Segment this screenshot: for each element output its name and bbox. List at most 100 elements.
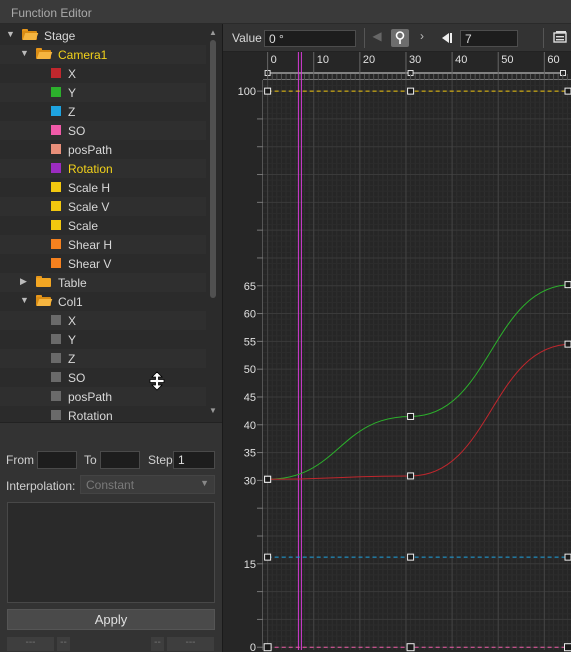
y-tick-label: 50 bbox=[244, 364, 256, 376]
color-swatch bbox=[51, 144, 61, 154]
tree-item-z[interactable]: Z bbox=[0, 102, 206, 121]
tree-item-camera1[interactable]: ▼ Camera1 bbox=[0, 45, 206, 64]
keyframe-marker bbox=[407, 553, 415, 561]
scroll-down-icon[interactable]: ▼ bbox=[209, 406, 217, 415]
expand-arrow-icon[interactable]: ▶ bbox=[20, 276, 27, 287]
tree-scrollbar[interactable]: ▲ ▼ bbox=[206, 26, 220, 418]
frame-field[interactable]: 7 bbox=[460, 30, 518, 47]
tree-item-z[interactable]: Z bbox=[0, 349, 206, 368]
collapse-arrow-icon[interactable]: ▼ bbox=[20, 48, 29, 58]
tree-item-label: Y bbox=[68, 86, 77, 100]
range-panel: From To Step 1 Interpolation: Constant ▼… bbox=[0, 422, 222, 652]
tree-item-so[interactable]: SO bbox=[0, 368, 206, 387]
color-swatch bbox=[51, 182, 61, 192]
dropdown-arrow-icon: ▼ bbox=[200, 478, 209, 488]
tree-item-y[interactable]: Y bbox=[0, 83, 206, 102]
y-tick-label: 65 bbox=[244, 281, 256, 293]
y-tick-label: 0 bbox=[250, 642, 256, 652]
toolbar-separator bbox=[364, 28, 365, 48]
keyframe-marker bbox=[264, 475, 272, 483]
tree-item-label: Y bbox=[68, 333, 77, 347]
y-tick-label: 30 bbox=[244, 475, 256, 487]
collapse-arrow-icon[interactable]: ▼ bbox=[20, 295, 29, 305]
keyframe-marker bbox=[263, 643, 272, 652]
from-label: From bbox=[6, 453, 34, 467]
keyframe-marker bbox=[407, 87, 415, 95]
tree-item-stage[interactable]: ▼ Stage bbox=[0, 26, 206, 45]
tree-item-scale[interactable]: Scale bbox=[0, 216, 206, 235]
prev-key-icon[interactable]: ◀ bbox=[370, 29, 384, 47]
tree-item-scale-v[interactable]: Scale V bbox=[0, 197, 206, 216]
color-swatch bbox=[51, 201, 61, 211]
apply-button[interactable]: Apply bbox=[7, 609, 215, 630]
keyframe-marker bbox=[406, 643, 415, 652]
tree-item-shear-v[interactable]: Shear V bbox=[0, 254, 206, 273]
tree-item-shear-h[interactable]: Shear H bbox=[0, 235, 206, 254]
color-swatch bbox=[51, 353, 61, 363]
mini-button-3[interactable]: -- bbox=[151, 637, 164, 651]
color-swatch bbox=[51, 87, 61, 97]
color-swatch bbox=[51, 391, 61, 401]
tree-item-x[interactable]: X bbox=[0, 64, 206, 83]
tree-item-label: SO bbox=[68, 371, 86, 385]
to-label: To bbox=[84, 453, 97, 467]
mini-button-4[interactable]: --- bbox=[167, 637, 214, 651]
tree-item-pospath[interactable]: posPath bbox=[0, 387, 206, 406]
tree-item-table[interactable]: ▶ Table bbox=[0, 273, 206, 292]
keyframe-marker bbox=[564, 643, 571, 652]
tree-item-label: Shear V bbox=[68, 257, 112, 271]
color-swatch bbox=[51, 315, 61, 325]
step-label: Step bbox=[148, 453, 173, 467]
tree-item-x[interactable]: X bbox=[0, 311, 206, 330]
expression-textarea[interactable] bbox=[7, 502, 215, 603]
mini-button-1[interactable]: --- bbox=[7, 637, 54, 651]
color-swatch bbox=[51, 239, 61, 249]
tree-item-rotation[interactable]: Rotation bbox=[0, 159, 206, 178]
y-tick-label: 100 bbox=[238, 86, 256, 98]
graph-panel: Value 0 ° ◀ › 7 0 10 20 30 40 50 60 0 15 30 35 40 45… bbox=[222, 24, 571, 652]
panel-toggle-icon[interactable] bbox=[551, 29, 569, 47]
scroll-up-icon[interactable]: ▲ bbox=[209, 28, 217, 37]
tree-item-label: Table bbox=[58, 276, 87, 290]
tree-item-label: Z bbox=[68, 352, 76, 366]
next-key-icon[interactable]: › bbox=[417, 29, 427, 47]
toolbar-separator bbox=[543, 28, 544, 48]
x-tick-label: 10 bbox=[317, 54, 329, 66]
tree-item-label: X bbox=[68, 67, 77, 81]
x-tick-label: 40 bbox=[455, 54, 467, 66]
resize-cursor-icon bbox=[149, 371, 165, 396]
folder-icon bbox=[36, 276, 51, 287]
tree-item-so[interactable]: SO bbox=[0, 121, 206, 140]
color-swatch bbox=[51, 334, 61, 344]
function-curve-graph[interactable]: 0 10 20 30 40 50 60 0 15 30 35 40 45 50 55 60 65 100 bbox=[223, 52, 571, 652]
tree-item-rotation[interactable]: Rotation bbox=[0, 406, 206, 422]
interpolation-select[interactable]: Constant ▼ bbox=[80, 475, 215, 494]
tree-item-col1[interactable]: ▼ Col1 bbox=[0, 292, 206, 311]
title-bar: Function Editor bbox=[0, 0, 571, 24]
step-field[interactable]: 1 bbox=[173, 451, 215, 469]
color-swatch bbox=[51, 220, 61, 230]
y-tick-label: 45 bbox=[244, 392, 256, 404]
tree-item-label: SO bbox=[68, 124, 86, 138]
go-to-start-icon[interactable] bbox=[437, 29, 455, 47]
tree-item-label: Scale H bbox=[68, 181, 111, 195]
key-toggle-icon[interactable] bbox=[391, 29, 409, 47]
tree-item-scale-h[interactable]: Scale H bbox=[0, 178, 206, 197]
keyframe-marker bbox=[264, 87, 272, 95]
x-tick-label: 30 bbox=[409, 54, 421, 66]
collapse-arrow-icon[interactable]: ▼ bbox=[6, 29, 15, 39]
mini-button-2[interactable]: -- bbox=[57, 637, 70, 651]
keyframe-marker bbox=[564, 553, 571, 561]
value-field[interactable]: 0 ° bbox=[264, 30, 356, 47]
x-tick-label: 0 bbox=[271, 54, 277, 66]
from-field[interactable] bbox=[37, 451, 77, 469]
color-swatch bbox=[51, 106, 61, 116]
to-field[interactable] bbox=[100, 451, 140, 469]
window-title: Function Editor bbox=[11, 6, 92, 20]
interpolation-label: Interpolation: bbox=[6, 479, 76, 493]
color-swatch bbox=[51, 258, 61, 268]
graph-toolbar: Value 0 ° ◀ › 7 bbox=[223, 24, 571, 52]
tree-item-y[interactable]: Y bbox=[0, 330, 206, 349]
tree-item-pospath[interactable]: posPath bbox=[0, 140, 206, 159]
scrollbar-thumb[interactable] bbox=[210, 40, 216, 298]
